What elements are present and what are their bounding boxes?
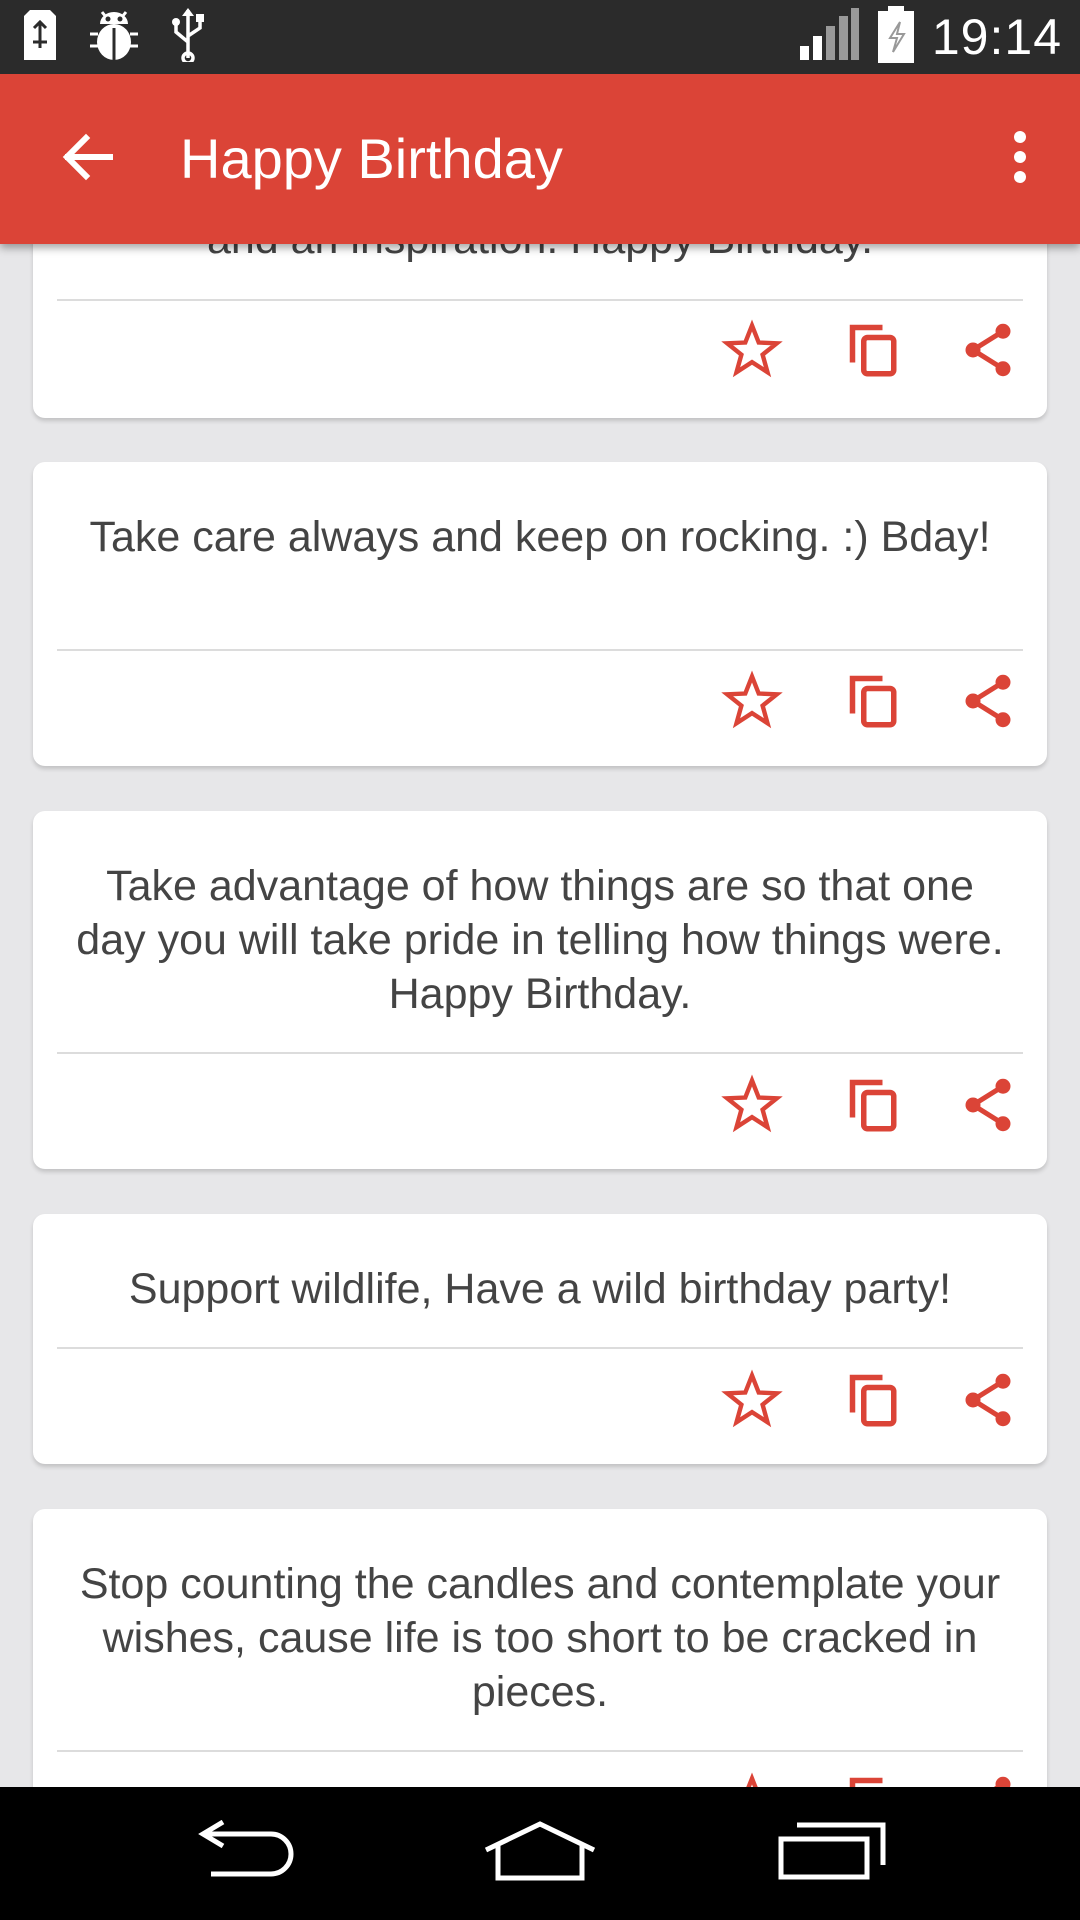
favorite-button[interactable] <box>707 658 797 748</box>
favorite-button[interactable] <box>707 1357 797 1447</box>
card-divider <box>57 1347 1023 1349</box>
status-right-icons: 19:14 <box>798 5 1062 67</box>
share-button[interactable] <box>943 307 1033 397</box>
star-icon <box>721 669 783 737</box>
wish-text: Stop counting the candles and contemplat… <box>79 1560 1001 1716</box>
wish-text: Take advantage of how things are so that… <box>76 862 1004 1018</box>
share-button[interactable] <box>943 1357 1033 1447</box>
share-icon <box>958 1075 1018 1140</box>
wish-text: Take care always and keep on rocking. :)… <box>89 513 991 561</box>
copy-button[interactable] <box>830 1760 920 1787</box>
home-icon <box>482 1820 598 1887</box>
card-actions <box>707 658 1047 748</box>
star-icon <box>721 318 783 386</box>
wish-card: and an inspiration. Happy Birthday. <box>33 244 1047 418</box>
bug-icon <box>88 8 140 67</box>
status-time: 19:14 <box>931 9 1062 65</box>
card-divider <box>57 1750 1023 1752</box>
share-icon <box>958 671 1018 736</box>
usb-icon <box>170 7 206 67</box>
app-bar: Happy Birthday <box>0 74 1080 244</box>
card-divider <box>57 299 1023 301</box>
back-button[interactable] <box>52 124 122 194</box>
wishes-list[interactable]: and an inspiration. Happy Birthday. Take… <box>0 244 1080 1787</box>
copy-button[interactable] <box>830 1062 920 1152</box>
copy-icon <box>845 1075 905 1140</box>
star-icon <box>721 1771 783 1787</box>
nav-home-button[interactable] <box>480 1815 600 1891</box>
card-divider <box>57 649 1023 651</box>
status-left-icons <box>22 7 206 67</box>
back-icon <box>193 1819 303 1887</box>
share-icon <box>958 1370 1018 1435</box>
copy-icon <box>845 1773 905 1787</box>
card-actions <box>707 1062 1047 1152</box>
copy-button[interactable] <box>830 307 920 397</box>
arrow-back-icon <box>60 130 114 189</box>
favorite-button[interactable] <box>707 1062 797 1152</box>
wish-text: Support wildlife, Have a wild birthday p… <box>128 1265 952 1313</box>
wish-card: Support wildlife, Have a wild birthday p… <box>33 1214 1047 1464</box>
copy-icon <box>845 320 905 385</box>
share-button[interactable] <box>943 658 1033 748</box>
favorite-button[interactable] <box>707 307 797 397</box>
copy-button[interactable] <box>830 1357 920 1447</box>
star-icon <box>721 1368 783 1436</box>
status-bar: 19:14 <box>0 0 1080 74</box>
star-icon <box>721 1073 783 1141</box>
share-button[interactable] <box>943 1760 1033 1787</box>
copy-icon <box>845 1370 905 1435</box>
wish-text: and an inspiration. Happy Birthday. <box>73 244 1007 266</box>
card-actions <box>707 1760 1047 1787</box>
battery-icon <box>876 5 916 69</box>
sd-card-icon <box>22 8 58 67</box>
page-title: Happy Birthday <box>180 127 563 190</box>
copy-icon <box>845 671 905 736</box>
share-icon <box>958 1773 1018 1787</box>
card-divider <box>57 1052 1023 1054</box>
navigation-bar <box>0 1787 1080 1920</box>
share-icon <box>958 320 1018 385</box>
copy-button[interactable] <box>830 658 920 748</box>
wish-card: Stop counting the candles and contemplat… <box>33 1509 1047 1787</box>
wish-card: Take care always and keep on rocking. :)… <box>33 462 1047 766</box>
nav-recents-button[interactable] <box>772 1815 892 1891</box>
card-actions <box>707 307 1047 397</box>
share-button[interactable] <box>943 1062 1033 1152</box>
wish-card: Take advantage of how things are so that… <box>33 811 1047 1169</box>
favorite-button[interactable] <box>707 1760 797 1787</box>
signal-icon <box>798 7 860 67</box>
recents-icon <box>777 1821 887 1886</box>
overflow-menu-button[interactable] <box>990 124 1050 194</box>
more-vert-icon <box>1012 129 1028 190</box>
nav-back-button[interactable] <box>188 1815 308 1891</box>
card-actions <box>707 1357 1047 1447</box>
